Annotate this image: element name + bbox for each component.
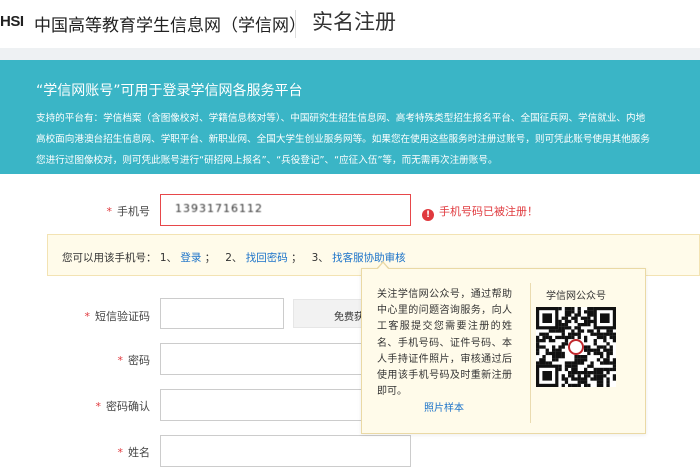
login-link[interactable]: 登录 bbox=[180, 252, 201, 264]
qr-code-icon bbox=[536, 307, 617, 388]
popover-instructions: 关注学信网公众号，通过帮助中心里的问题咨询服务，向人工客服提交您需要注册的姓名、… bbox=[377, 289, 512, 398]
page-title: 实名注册 bbox=[312, 10, 396, 34]
recover-password-link[interactable]: 找回密码 bbox=[246, 252, 288, 264]
banner-description: 支持的平台有：学信档案（含图像校对、学籍信息核对等）、中国研究生招生信息网、高考… bbox=[36, 108, 700, 171]
notice-separator: ； bbox=[291, 252, 302, 264]
password-confirm-label: * 密码确认 bbox=[95, 400, 151, 413]
info-banner: “学信网账号”可用于登录学信网各服务平台 支持的平台有：学信档案（含图像校对、学… bbox=[0, 60, 700, 174]
banner-desc-line: 高校面向港澳台招生信息网、学职平台、新职业网、全国大学生创业服务网等。如果您在使… bbox=[36, 134, 650, 145]
site-name[interactable]: 中国高等教育学生信息网（学信网） bbox=[34, 11, 306, 36]
phone-input[interactable]: 13931716112 bbox=[160, 194, 411, 226]
notice-number: 1、 bbox=[159, 252, 178, 264]
qr-code-label: 学信网公众号 bbox=[546, 291, 606, 302]
photo-sample-link[interactable]: 照片样本 bbox=[424, 399, 464, 414]
password-label: * 密码 bbox=[117, 354, 151, 367]
sms-code-label: * 短信验证码 bbox=[84, 310, 151, 323]
wechat-qr-code bbox=[536, 307, 617, 388]
name-input[interactable] bbox=[160, 435, 411, 467]
error-icon: ! bbox=[422, 209, 434, 221]
name-label: * 姓名 bbox=[117, 446, 151, 459]
customer-support-link[interactable]: 找客服协助审核 bbox=[332, 252, 406, 264]
phone-error-message: ! 手机号码已被注册！ bbox=[422, 203, 538, 221]
support-popover: 关注学信网公众号，通过帮助中心里的问题咨询服务，向人工客服提交您需要注册的姓名、… bbox=[361, 268, 646, 434]
site-logo[interactable]: HSI bbox=[0, 13, 24, 30]
banner-desc-line: 您进行过图像校对，则可凭此账号进行“研招网上报名”、“兵役登记”、“应征入伍”等… bbox=[36, 155, 498, 166]
notice-prefix: 您可以用该手机号： bbox=[62, 252, 157, 264]
popover-arrow-fill bbox=[377, 263, 389, 270]
notice-number: 2、 bbox=[225, 252, 243, 264]
header-gap bbox=[0, 48, 700, 60]
notice-number: 3、 bbox=[311, 252, 329, 264]
phone-value: 13931716112 bbox=[175, 202, 263, 215]
banner-title: “学信网账号”可用于登录学信网各服务平台 bbox=[36, 83, 303, 99]
phone-label: * 手机号 bbox=[106, 205, 151, 218]
site-header: HSI 中国高等教育学生信息网（学信网） 实名注册 bbox=[0, 0, 700, 48]
get-sms-code-button[interactable]: 免费获取 bbox=[293, 299, 363, 328]
popover-divider bbox=[530, 283, 531, 423]
header-divider bbox=[295, 10, 296, 38]
banner-desc-line: 支持的平台有：学信档案（含图像校对、学籍信息核对等）、中国研究生招生信息网、高考… bbox=[36, 113, 646, 124]
sms-code-input[interactable] bbox=[160, 298, 284, 329]
notice-separator: ； bbox=[204, 252, 216, 264]
